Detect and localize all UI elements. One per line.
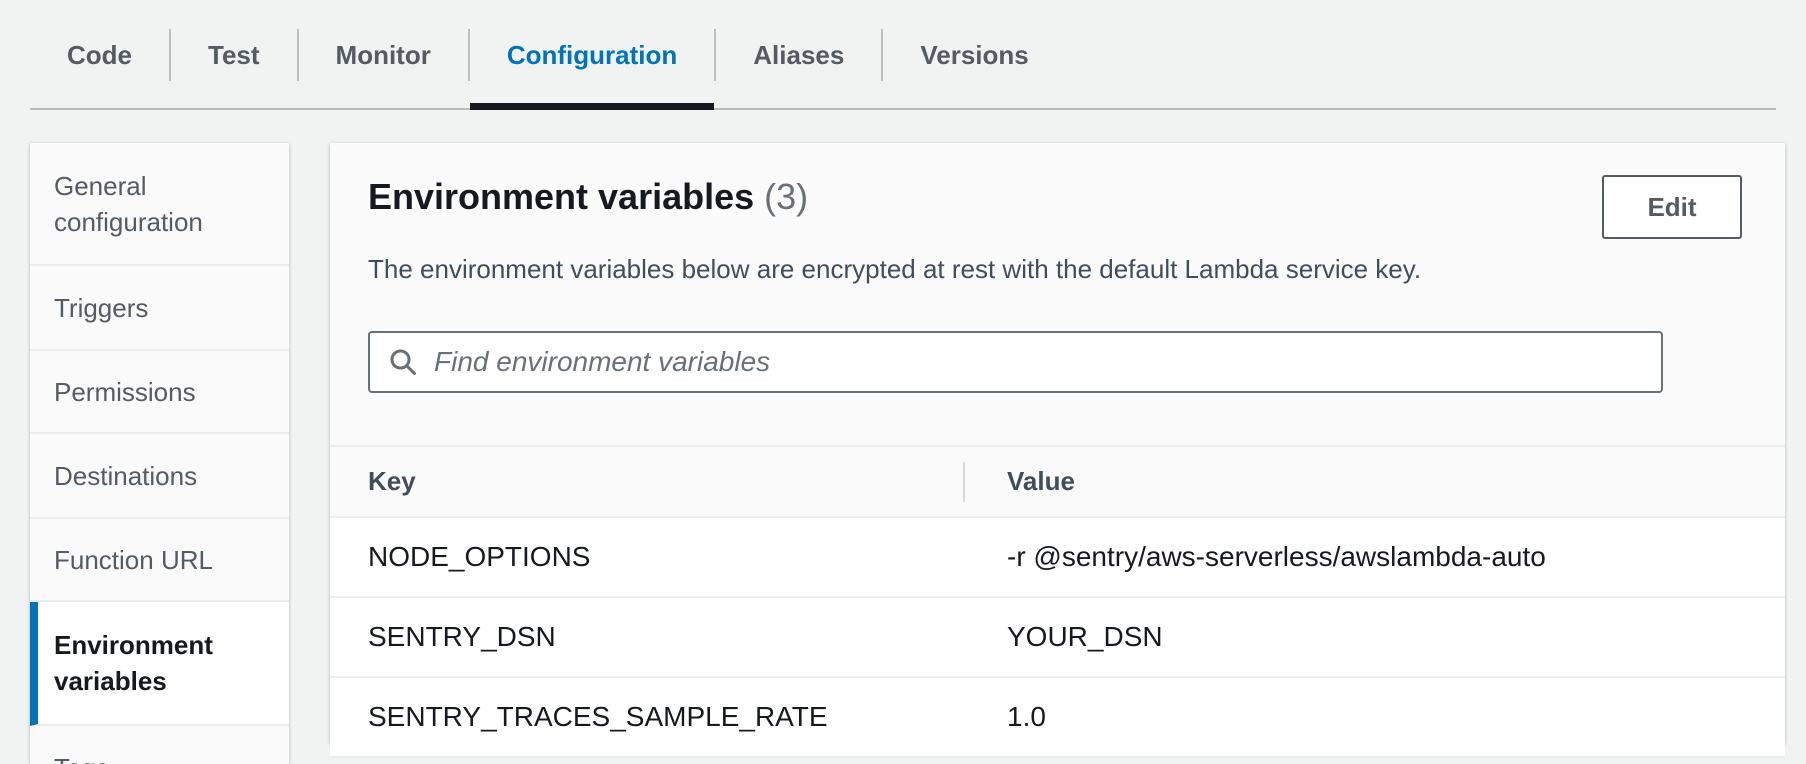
sidebar-item-label: General configuration <box>54 168 271 240</box>
tab-test[interactable]: Test <box>171 0 297 110</box>
environment-variables-panel: Environment variables (3) Edit The envir… <box>330 143 1785 743</box>
table-header-row: Key Value <box>330 445 1785 518</box>
tab-monitor[interactable]: Monitor <box>299 0 468 110</box>
tab-aliases[interactable]: Aliases <box>716 0 881 110</box>
panel-header: Environment variables (3) Edit <box>330 143 1785 239</box>
cell-value: YOUR_DSN <box>965 621 1785 653</box>
sidebar-item-triggers[interactable]: Triggers <box>30 266 289 351</box>
tab-versions[interactable]: Versions <box>883 0 1065 110</box>
tab-code[interactable]: Code <box>30 0 169 110</box>
sidebar-item-tags[interactable]: Tags <box>30 726 289 764</box>
sidebar-item-label: Destinations <box>54 458 197 494</box>
sidebar-item-function-url[interactable]: Function URL <box>30 519 289 602</box>
function-tab-bar: Code Test Monitor Configuration Aliases … <box>0 0 1806 110</box>
column-header-key: Key <box>330 466 963 497</box>
sidebar-item-label: Permissions <box>54 374 196 410</box>
sidebar-item-label: Environment variables <box>54 627 271 699</box>
cell-key: SENTRY_TRACES_SAMPLE_RATE <box>330 701 965 733</box>
search-icon <box>388 347 418 377</box>
configuration-sidebar: General configuration Triggers Permissio… <box>30 143 289 764</box>
sidebar-item-general-configuration[interactable]: General configuration <box>30 143 289 266</box>
page-title-text: Environment variables <box>368 176 754 217</box>
item-count-badge: (3) <box>764 176 808 217</box>
search-input[interactable] <box>432 332 1643 392</box>
page-title: Environment variables (3) <box>368 173 808 220</box>
panel-description: The environment variables below are encr… <box>368 253 1742 286</box>
tab-configuration[interactable]: Configuration <box>470 0 714 110</box>
cell-value: -r @sentry/aws-serverless/awslambda-auto <box>965 541 1785 573</box>
table-row: SENTRY_DSN YOUR_DSN <box>330 598 1785 678</box>
search-box <box>368 331 1663 393</box>
cell-key: NODE_OPTIONS <box>330 541 965 573</box>
cell-value: 1.0 <box>965 701 1785 733</box>
cell-key: SENTRY_DSN <box>330 621 965 653</box>
sidebar-item-label: Function URL <box>54 542 213 578</box>
tab-list: Code Test Monitor Configuration Aliases … <box>0 0 1806 110</box>
column-header-value: Value <box>965 466 1785 497</box>
table-row: SENTRY_TRACES_SAMPLE_RATE 1.0 <box>330 678 1785 758</box>
table-row: NODE_OPTIONS -r @sentry/aws-serverless/a… <box>330 518 1785 598</box>
sidebar-item-label: Tags <box>54 750 109 764</box>
sidebar-item-permissions[interactable]: Permissions <box>30 351 289 434</box>
env-variables-table: Key Value NODE_OPTIONS -r @sentry/aws-se… <box>330 445 1785 758</box>
sidebar-item-environment-variables[interactable]: Environment variables <box>30 602 289 726</box>
sidebar-item-destinations[interactable]: Destinations <box>30 434 289 519</box>
sidebar-item-label: Triggers <box>54 290 148 326</box>
edit-button[interactable]: Edit <box>1602 175 1742 239</box>
